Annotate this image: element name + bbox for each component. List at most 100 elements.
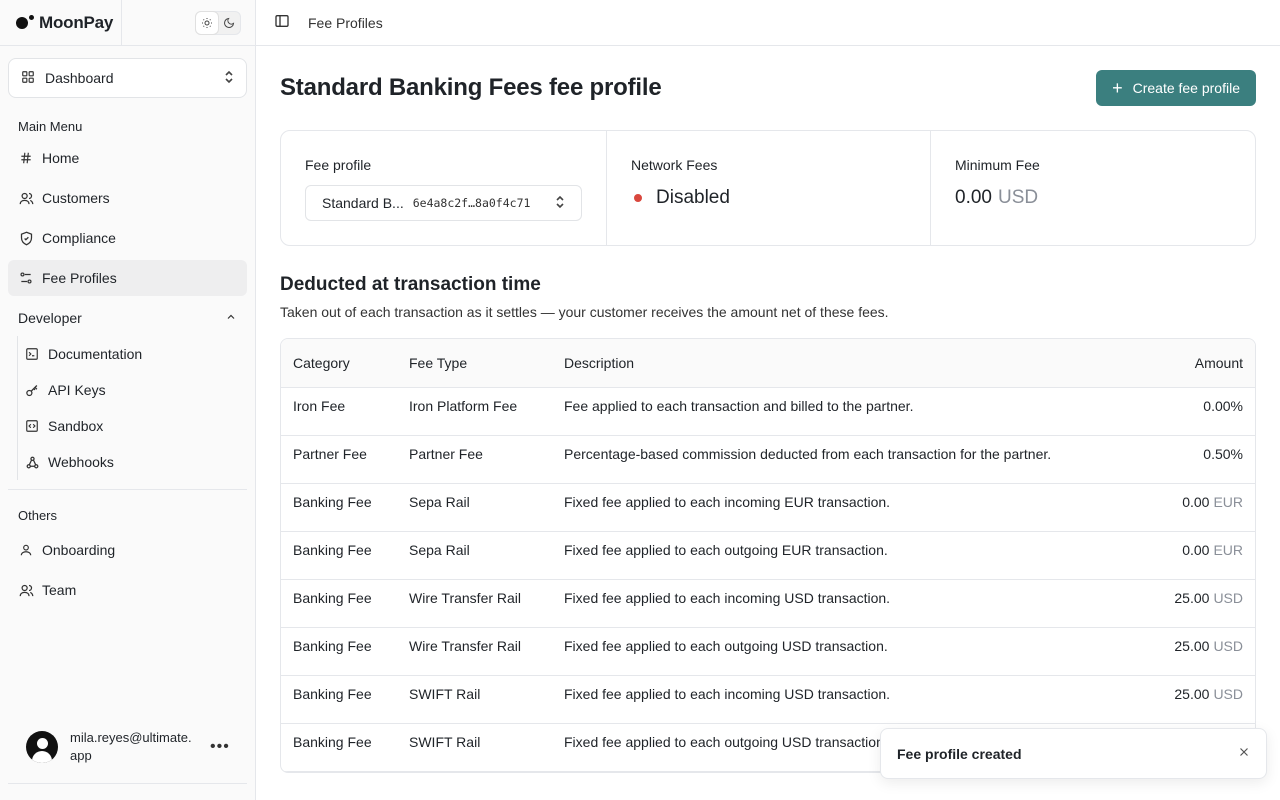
cell-description: Fixed fee applied to each incoming EUR t… bbox=[552, 483, 1148, 532]
minimum-fee-unit: USD bbox=[997, 187, 1039, 208]
sidebar-item-documentation[interactable]: Documentation bbox=[18, 336, 255, 372]
cell-fee-type: SWIFT Rail bbox=[397, 723, 552, 772]
more-horizontal-icon[interactable]: ••• bbox=[210, 738, 230, 756]
cell-amount: 0.00% bbox=[1147, 387, 1255, 436]
stat-fee-profile: Fee profile Standard B... 6e4a8c2f…8a0f4… bbox=[281, 131, 607, 245]
amount-value: 25.00 bbox=[1174, 589, 1210, 606]
moon-icon[interactable] bbox=[218, 12, 240, 34]
others-title: Others bbox=[18, 507, 58, 523]
sidebar-item-api-keys[interactable]: API Keys bbox=[18, 372, 255, 408]
chevron-up-down-icon bbox=[555, 195, 565, 212]
sidebar: MoonPay Dashboard Main Menu Home Custome… bbox=[0, 0, 256, 800]
table-row: Partner Fee Partner Fee Percentage-based c… bbox=[281, 435, 1255, 484]
amount-unit: USD bbox=[1213, 685, 1243, 702]
sliders-icon bbox=[18, 270, 34, 286]
stat-network-fees: Network Fees Disabled bbox=[607, 131, 931, 245]
sidebar-bottom-divider bbox=[8, 783, 247, 784]
amount-value: 0.50% bbox=[1203, 445, 1243, 462]
sidebar-toggle-icon[interactable] bbox=[274, 13, 290, 32]
cell-amount: 25.00USD bbox=[1147, 627, 1255, 676]
close-icon[interactable] bbox=[1238, 745, 1250, 763]
status-dot-icon bbox=[634, 194, 642, 202]
cell-description: Percentage-based commission deducted fro… bbox=[552, 435, 1148, 484]
sidebar-item-fee-profiles[interactable]: Fee Profiles bbox=[8, 260, 247, 296]
amount-unit: EUR bbox=[1213, 493, 1243, 510]
developer-group: Documentation API Keys Sandbox Webhooks bbox=[17, 336, 255, 480]
cell-amount: 25.00USD bbox=[1147, 579, 1255, 628]
cell-category: Banking Fee bbox=[281, 627, 397, 676]
sidebar-item-customers[interactable]: Customers bbox=[8, 180, 247, 216]
sidebar-item-label: Compliance bbox=[42, 230, 116, 246]
workspace-select[interactable]: Dashboard bbox=[8, 58, 247, 98]
fee-profile-name: Standard B... bbox=[322, 195, 404, 211]
users-icon bbox=[18, 190, 34, 206]
user-email: mila.reyes@ultimate.app bbox=[70, 730, 192, 763]
network-fees-value: Disabled bbox=[656, 187, 730, 208]
breadcrumb[interactable]: Fee Profiles bbox=[308, 15, 383, 31]
cell-amount: 0.00 EUR bbox=[1147, 531, 1255, 580]
create-fee-profile-label: Create fee profile bbox=[1132, 80, 1240, 96]
shield-check-icon bbox=[18, 230, 34, 246]
moonpay-logo-icon bbox=[16, 14, 34, 29]
cell-fee-type: SWIFT Rail bbox=[397, 675, 552, 724]
create-fee-profile-button[interactable]: + Create fee profile bbox=[1096, 70, 1256, 106]
cell-description: Fixed fee applied to each incoming USD t… bbox=[552, 579, 1148, 628]
brand-name: MoonPay bbox=[39, 12, 114, 32]
sidebar-item-compliance[interactable]: Compliance bbox=[8, 220, 247, 256]
section-subtitle: Taken out of each transaction as it sett… bbox=[280, 304, 889, 320]
table-header-row: Category Fee Type Description Amount bbox=[281, 339, 1255, 388]
brand-logo[interactable]: MoonPay bbox=[0, 0, 122, 46]
cell-fee-type: Wire Transfer Rail bbox=[397, 579, 552, 628]
user-menu[interactable]: mila.reyes@ultimate.app ••• bbox=[8, 722, 248, 772]
sidebar-item-home[interactable]: Home bbox=[8, 140, 247, 176]
cell-amount: 0.00 EUR bbox=[1147, 483, 1255, 532]
brand-row: MoonPay bbox=[0, 0, 255, 46]
cell-category: Banking Fee bbox=[281, 675, 397, 724]
cell-category: Partner Fee bbox=[281, 435, 397, 484]
header-fee-type: Fee Type bbox=[397, 339, 552, 388]
sidebar-item-team[interactable]: Team bbox=[8, 572, 247, 608]
cell-fee-type: Sepa Rail bbox=[397, 531, 552, 580]
amount-unit: EUR bbox=[1213, 541, 1243, 558]
cell-category: Banking Fee bbox=[281, 723, 397, 772]
key-icon bbox=[24, 382, 40, 398]
webhook-icon bbox=[24, 454, 40, 470]
table-row: Banking Fee Sepa Rail Fixed fee applied to… bbox=[281, 483, 1255, 532]
sidebar-item-label: API Keys bbox=[48, 382, 106, 398]
table-row: Iron Fee Iron Platform Fee Fee applied to … bbox=[281, 387, 1255, 436]
amount-value: 0.00 bbox=[1182, 493, 1210, 510]
toast-notification: Fee profile created bbox=[880, 728, 1267, 779]
sidebar-item-webhooks[interactable]: Webhooks bbox=[18, 444, 255, 480]
cell-category: Banking Fee bbox=[281, 579, 397, 628]
topbar: Fee Profiles bbox=[256, 0, 1280, 46]
toast-message: Fee profile created bbox=[897, 745, 1022, 762]
fee-profile-hash: 6e4a8c2f…8a0f4c71 bbox=[412, 196, 531, 210]
minimum-fee: 0.00 USD bbox=[955, 187, 1231, 209]
amount-value: 0.00% bbox=[1203, 397, 1243, 414]
sidebar-divider bbox=[8, 489, 247, 490]
cell-amount: 25.00USD bbox=[1147, 675, 1255, 724]
sun-icon[interactable] bbox=[196, 11, 218, 34]
code-icon bbox=[24, 418, 40, 434]
table-row: Banking Fee SWIFT Rail Fixed fee applied t… bbox=[281, 675, 1255, 724]
sidebar-item-label: Customers bbox=[42, 190, 110, 206]
chevron-up-icon bbox=[225, 310, 237, 326]
cell-description: Fee applied to each transaction and bill… bbox=[552, 387, 1148, 436]
amount-value: 25.00 bbox=[1174, 637, 1210, 654]
stat-label: Minimum Fee bbox=[955, 157, 1040, 173]
main-menu-title: Main Menu bbox=[18, 118, 83, 134]
developer-group-toggle[interactable]: Developer bbox=[8, 300, 247, 336]
sidebar-item-onboarding[interactable]: Onboarding bbox=[8, 532, 247, 568]
header-amount: Amount bbox=[1147, 339, 1255, 388]
cell-category: Iron Fee bbox=[281, 387, 397, 436]
amount-unit: USD bbox=[1213, 589, 1243, 606]
sidebar-item-label: Onboarding bbox=[42, 542, 116, 558]
theme-toggle[interactable] bbox=[195, 10, 241, 35]
fee-profile-select[interactable]: Standard B... 6e4a8c2f…8a0f4c71 bbox=[305, 185, 582, 221]
sidebar-item-sandbox[interactable]: Sandbox bbox=[18, 408, 255, 444]
table-row: Banking Fee Wire Transfer Rail Fixed fee a… bbox=[281, 627, 1255, 676]
amount-value: 25.00 bbox=[1174, 685, 1210, 702]
stats-card: Fee profile Standard B... 6e4a8c2f…8a0f4… bbox=[280, 130, 1256, 246]
cell-description: Fixed fee applied to each outgoing EUR t… bbox=[552, 531, 1148, 580]
sidebar-item-label: Fee Profiles bbox=[42, 270, 117, 286]
